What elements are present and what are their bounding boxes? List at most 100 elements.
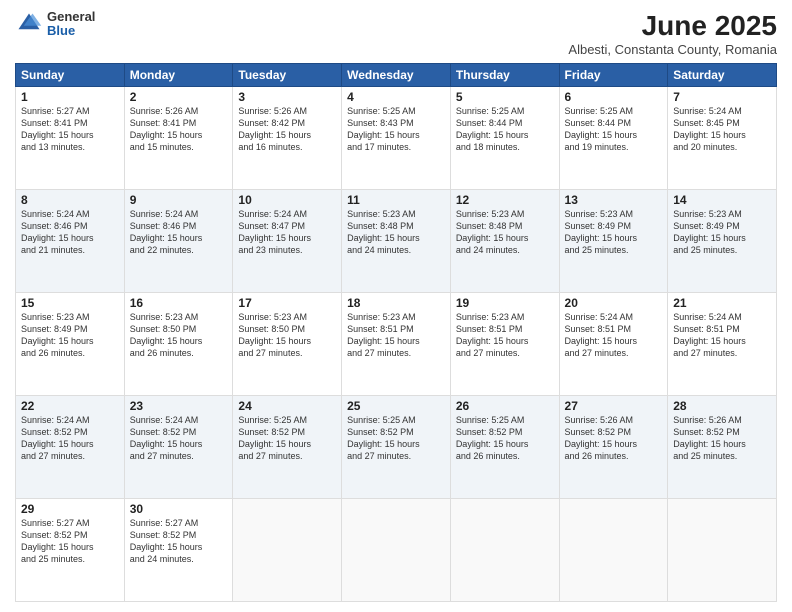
calendar-cell: 20Sunrise: 5:24 AM Sunset: 8:51 PM Dayli… xyxy=(559,293,668,396)
calendar-cell: 11Sunrise: 5:23 AM Sunset: 8:48 PM Dayli… xyxy=(342,190,451,293)
day-info: Sunrise: 5:24 AM Sunset: 8:51 PM Dayligh… xyxy=(565,311,663,360)
day-info: Sunrise: 5:24 AM Sunset: 8:47 PM Dayligh… xyxy=(238,208,336,257)
calendar-cell: 2Sunrise: 5:26 AM Sunset: 8:41 PM Daylig… xyxy=(124,87,233,190)
day-info: Sunrise: 5:24 AM Sunset: 8:51 PM Dayligh… xyxy=(673,311,771,360)
day-number: 16 xyxy=(130,296,228,310)
week-row-2: 8 Sunrise: 5:24 AM Sunset: 8:46 PM Daylig… xyxy=(16,190,777,293)
day-header-monday: Monday xyxy=(124,64,233,87)
day-number: 30 xyxy=(130,502,228,516)
day-number: 8 xyxy=(21,193,119,207)
calendar-cell: 17Sunrise: 5:23 AM Sunset: 8:50 PM Dayli… xyxy=(233,293,342,396)
day-number: 3 xyxy=(238,90,336,104)
day-number: 19 xyxy=(456,296,554,310)
calendar-cell: 13Sunrise: 5:23 AM Sunset: 8:49 PM Dayli… xyxy=(559,190,668,293)
calendar-cell xyxy=(559,499,668,602)
calendar-cell: 4Sunrise: 5:25 AM Sunset: 8:43 PM Daylig… xyxy=(342,87,451,190)
day-info: Sunrise: 5:23 AM Sunset: 8:49 PM Dayligh… xyxy=(565,208,663,257)
day-number: 17 xyxy=(238,296,336,310)
day-number: 15 xyxy=(21,296,119,310)
calendar-cell: 16Sunrise: 5:23 AM Sunset: 8:50 PM Dayli… xyxy=(124,293,233,396)
week-row-3: 15Sunrise: 5:23 AM Sunset: 8:49 PM Dayli… xyxy=(16,293,777,396)
day-info: Sunrise: 5:25 AM Sunset: 8:52 PM Dayligh… xyxy=(238,414,336,463)
day-info: Sunrise: 5:26 AM Sunset: 8:41 PM Dayligh… xyxy=(130,105,228,154)
day-info: Sunrise: 5:23 AM Sunset: 8:48 PM Dayligh… xyxy=(456,208,554,257)
day-info: Sunrise: 5:27 AM Sunset: 8:52 PM Dayligh… xyxy=(130,517,228,566)
day-number: 21 xyxy=(673,296,771,310)
day-number: 4 xyxy=(347,90,445,104)
calendar-cell xyxy=(342,499,451,602)
day-header-sunday: Sunday xyxy=(16,64,125,87)
day-info: Sunrise: 5:25 AM Sunset: 8:43 PM Dayligh… xyxy=(347,105,445,154)
calendar-cell: 18Sunrise: 5:23 AM Sunset: 8:51 PM Dayli… xyxy=(342,293,451,396)
day-header-friday: Friday xyxy=(559,64,668,87)
calendar-cell xyxy=(450,499,559,602)
day-number: 13 xyxy=(565,193,663,207)
day-number: 7 xyxy=(673,90,771,104)
day-number: 29 xyxy=(21,502,119,516)
day-info: Sunrise: 5:24 AM Sunset: 8:52 PM Dayligh… xyxy=(130,414,228,463)
calendar-cell: 28Sunrise: 5:26 AM Sunset: 8:52 PM Dayli… xyxy=(668,396,777,499)
calendar-cell: 14Sunrise: 5:23 AM Sunset: 8:49 PM Dayli… xyxy=(668,190,777,293)
logo: General Blue xyxy=(15,10,95,39)
calendar-cell: 22Sunrise: 5:24 AM Sunset: 8:52 PM Dayli… xyxy=(16,396,125,499)
calendar-cell: 23Sunrise: 5:24 AM Sunset: 8:52 PM Dayli… xyxy=(124,396,233,499)
calendar-cell: 26Sunrise: 5:25 AM Sunset: 8:52 PM Dayli… xyxy=(450,396,559,499)
logo-text: General Blue xyxy=(47,10,95,39)
logo-icon xyxy=(15,10,43,38)
week-row-4: 22 Sunrise: 5:24 AM Sunset: 8:52 PM Dayli… xyxy=(16,396,777,499)
logo-general-text: General xyxy=(47,10,95,24)
day-number: 10 xyxy=(238,193,336,207)
day-info: Sunrise: 5:27 AM Sunset: 8:52 PM Dayligh… xyxy=(21,517,119,566)
calendar-cell xyxy=(233,499,342,602)
day-number: 6 xyxy=(565,90,663,104)
day-info: Sunrise: 5:23 AM Sunset: 8:49 PM Dayligh… xyxy=(21,311,119,360)
calendar-cell: 12Sunrise: 5:23 AM Sunset: 8:48 PM Dayli… xyxy=(450,190,559,293)
day-number: 18 xyxy=(347,296,445,310)
day-info: Sunrise: 5:25 AM Sunset: 8:44 PM Dayligh… xyxy=(565,105,663,154)
day-number: 5 xyxy=(456,90,554,104)
calendar-cell: 8Sunrise: 5:24 AM Sunset: 8:46 PM Daylig… xyxy=(16,190,125,293)
calendar-cell: 5Sunrise: 5:25 AM Sunset: 8:44 PM Daylig… xyxy=(450,87,559,190)
calendar-cell: 10Sunrise: 5:24 AM Sunset: 8:47 PM Dayli… xyxy=(233,190,342,293)
day-header-wednesday: Wednesday xyxy=(342,64,451,87)
day-number: 1 xyxy=(21,90,119,104)
calendar-header-row: SundayMondayTuesdayWednesdayThursdayFrid… xyxy=(16,64,777,87)
calendar: SundayMondayTuesdayWednesdayThursdayFrid… xyxy=(15,63,777,602)
calendar-cell: 19Sunrise: 5:23 AM Sunset: 8:51 PM Dayli… xyxy=(450,293,559,396)
location: Albesti, Constanta County, Romania xyxy=(568,42,777,57)
day-number: 28 xyxy=(673,399,771,413)
day-info: Sunrise: 5:25 AM Sunset: 8:52 PM Dayligh… xyxy=(347,414,445,463)
calendar-cell: 9Sunrise: 5:24 AM Sunset: 8:46 PM Daylig… xyxy=(124,190,233,293)
day-number: 20 xyxy=(565,296,663,310)
day-header-saturday: Saturday xyxy=(668,64,777,87)
calendar-cell: 27Sunrise: 5:26 AM Sunset: 8:52 PM Dayli… xyxy=(559,396,668,499)
day-number: 27 xyxy=(565,399,663,413)
calendar-cell: 7Sunrise: 5:24 AM Sunset: 8:45 PM Daylig… xyxy=(668,87,777,190)
day-info: Sunrise: 5:24 AM Sunset: 8:46 PM Dayligh… xyxy=(130,208,228,257)
calendar-cell: 1Sunrise: 5:27 AM Sunset: 8:41 PM Daylig… xyxy=(16,87,125,190)
day-info: Sunrise: 5:26 AM Sunset: 8:42 PM Dayligh… xyxy=(238,105,336,154)
day-info: Sunrise: 5:23 AM Sunset: 8:50 PM Dayligh… xyxy=(130,311,228,360)
calendar-cell: 29Sunrise: 5:27 AM Sunset: 8:52 PM Dayli… xyxy=(16,499,125,602)
day-number: 9 xyxy=(130,193,228,207)
day-number: 12 xyxy=(456,193,554,207)
day-number: 2 xyxy=(130,90,228,104)
header: General Blue June 2025 Albesti, Constant… xyxy=(15,10,777,57)
day-number: 22 xyxy=(21,399,119,413)
day-number: 25 xyxy=(347,399,445,413)
day-info: Sunrise: 5:24 AM Sunset: 8:45 PM Dayligh… xyxy=(673,105,771,154)
day-header-tuesday: Tuesday xyxy=(233,64,342,87)
calendar-cell: 25Sunrise: 5:25 AM Sunset: 8:52 PM Dayli… xyxy=(342,396,451,499)
title-block: June 2025 Albesti, Constanta County, Rom… xyxy=(568,10,777,57)
day-number: 23 xyxy=(130,399,228,413)
day-number: 14 xyxy=(673,193,771,207)
day-info: Sunrise: 5:23 AM Sunset: 8:48 PM Dayligh… xyxy=(347,208,445,257)
month-title: June 2025 xyxy=(568,10,777,42)
calendar-cell: 30Sunrise: 5:27 AM Sunset: 8:52 PM Dayli… xyxy=(124,499,233,602)
day-info: Sunrise: 5:27 AM Sunset: 8:41 PM Dayligh… xyxy=(21,105,119,154)
day-info: Sunrise: 5:25 AM Sunset: 8:44 PM Dayligh… xyxy=(456,105,554,154)
day-info: Sunrise: 5:26 AM Sunset: 8:52 PM Dayligh… xyxy=(673,414,771,463)
calendar-cell: 15Sunrise: 5:23 AM Sunset: 8:49 PM Dayli… xyxy=(16,293,125,396)
day-number: 24 xyxy=(238,399,336,413)
day-number: 26 xyxy=(456,399,554,413)
